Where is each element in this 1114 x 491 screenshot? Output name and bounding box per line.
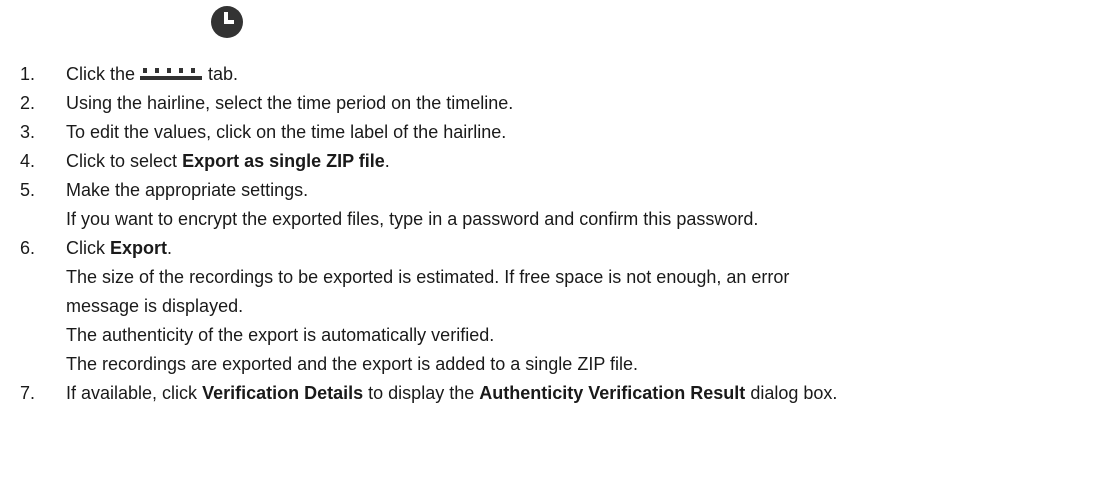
step-text-middle: to display the (368, 383, 475, 403)
step-text-end: . (384, 151, 390, 171)
button-label-export: Export (110, 238, 168, 258)
step-6-note-4: The recordings are exported and the expo… (66, 354, 639, 374)
step-number: 3. (20, 122, 36, 142)
step-text: To edit the values, click on the time la… (66, 122, 507, 142)
step-number: 2. (20, 93, 36, 113)
step-text-end: tab. (208, 64, 239, 84)
step-number: 5. (20, 180, 36, 200)
step-text: Using the hairline, select the time peri… (66, 93, 514, 113)
step-text-end: . (167, 238, 173, 258)
clock-icon (211, 6, 243, 38)
step-text-start: If available, click (66, 383, 198, 403)
step-text-start: Click the (66, 64, 136, 84)
step-number: 6. (20, 238, 36, 258)
step-text: Click to select Export as single ZIP fil… (66, 147, 390, 175)
step-text: If available, click Verification Details… (66, 379, 837, 407)
step-number: 7. (20, 383, 36, 403)
step-number: 4. (20, 151, 36, 171)
step-text-start: Click (66, 238, 105, 258)
dialog-name-authenticity-result: Authenticity Verification Result (479, 383, 746, 403)
step-6-note-2: message is displayed. (66, 296, 244, 316)
step-6-note-1: The size of the recordings to be exporte… (66, 267, 790, 287)
step-text-start: Click to select (66, 151, 178, 171)
step-number: 1. (20, 64, 36, 84)
timeline-ruler-icon (140, 68, 203, 80)
step-6-note-3: The authenticity of the export is automa… (66, 325, 495, 345)
option-label-export-zip: Export as single ZIP file (182, 151, 385, 171)
step-text: Click Export. (66, 234, 172, 262)
step-5-note: If you want to encrypt the exported file… (66, 209, 759, 229)
document-page: 1. Click the tab. 2. Using the hairline,… (0, 0, 1114, 491)
step-text: Make the appropriate settings. (66, 180, 309, 200)
step-text: Click the tab. (66, 60, 238, 88)
step-text-end: dialog box. (750, 383, 838, 403)
button-label-verification-details: Verification Details (202, 383, 364, 403)
